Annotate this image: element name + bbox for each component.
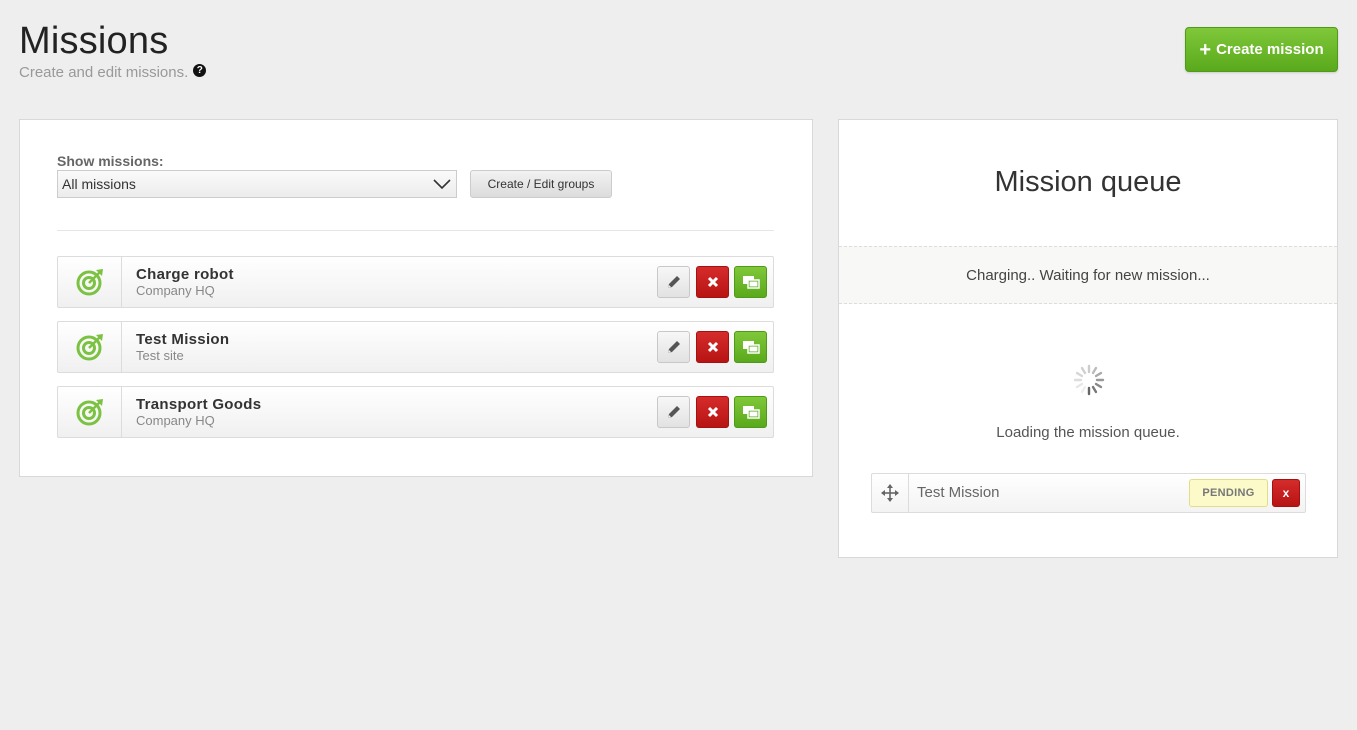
loading-text: Loading the mission queue. xyxy=(996,424,1180,441)
close-icon xyxy=(707,276,718,288)
duplicate-mission-button[interactable] xyxy=(734,396,767,428)
create-mission-button[interactable]: + Create mission xyxy=(1185,27,1338,72)
mission-row[interactable]: Transport Goods Company HQ xyxy=(57,386,774,438)
mission-name: Test Mission xyxy=(136,331,230,348)
mission-queue-panel: Mission queue Charging.. Waiting for new… xyxy=(838,119,1338,558)
mission-icon-cell xyxy=(58,257,122,307)
duplicate-mission-button[interactable] xyxy=(734,331,767,363)
edit-mission-button[interactable] xyxy=(657,331,690,363)
move-icon xyxy=(881,484,899,502)
question-circle-icon[interactable]: ? xyxy=(193,64,207,77)
target-icon xyxy=(76,334,103,361)
mission-site: Company HQ xyxy=(136,283,215,298)
filter-label: Show missions: xyxy=(57,153,164,169)
status-badge: PENDING xyxy=(1189,479,1268,507)
drag-handle[interactable] xyxy=(872,474,909,512)
mission-filter-select[interactable]: All missions xyxy=(57,170,457,198)
queue-title: Mission queue xyxy=(994,166,1182,198)
remove-queue-item-button[interactable]: x xyxy=(1272,479,1300,507)
delete-mission-button[interactable] xyxy=(696,396,729,428)
close-icon xyxy=(707,406,718,418)
mission-name: Transport Goods xyxy=(136,396,262,413)
page-header: Missions Create and edit missions. ? xyxy=(19,20,207,81)
mission-site: Company HQ xyxy=(136,413,215,428)
duplicate-icon xyxy=(742,276,760,289)
page-subtitle: Create and edit missions. xyxy=(19,64,189,81)
mission-icon-cell xyxy=(58,387,122,437)
delete-mission-button[interactable] xyxy=(696,331,729,363)
edit-mission-button[interactable] xyxy=(657,266,690,298)
close-icon xyxy=(707,341,718,353)
page-subtitle-row: Create and edit missions. ? xyxy=(19,64,207,81)
pencil-icon xyxy=(667,276,680,288)
mission-icon-cell xyxy=(58,322,122,372)
divider xyxy=(57,230,774,231)
mission-site: Test site xyxy=(136,348,184,363)
chevron-down-icon xyxy=(433,179,451,190)
plus-icon: + xyxy=(1199,38,1212,61)
queue-item-name: Test Mission xyxy=(917,484,1000,501)
target-icon xyxy=(76,269,103,296)
queue-item[interactable]: Test Mission PENDING x xyxy=(871,473,1306,513)
mission-row[interactable]: Test Mission Test site xyxy=(57,321,774,373)
pencil-icon xyxy=(667,341,680,353)
filter-selected-value: All missions xyxy=(62,176,136,192)
create-edit-groups-button[interactable]: Create / Edit groups xyxy=(470,170,612,198)
queue-status: Charging.. Waiting for new mission... xyxy=(839,246,1337,304)
loading-spinner-icon xyxy=(1073,364,1105,396)
missions-panel: Show missions: All missions Create / Edi… xyxy=(19,119,813,477)
edit-mission-button[interactable] xyxy=(657,396,690,428)
duplicate-icon xyxy=(742,341,760,354)
create-mission-label: Create mission xyxy=(1216,41,1324,58)
target-icon xyxy=(76,399,103,426)
delete-mission-button[interactable] xyxy=(696,266,729,298)
mission-name: Charge robot xyxy=(136,266,234,283)
mission-row[interactable]: Charge robot Company HQ xyxy=(57,256,774,308)
duplicate-icon xyxy=(742,406,760,419)
pencil-icon xyxy=(667,406,680,418)
duplicate-mission-button[interactable] xyxy=(734,266,767,298)
page-title: Missions xyxy=(19,20,169,62)
